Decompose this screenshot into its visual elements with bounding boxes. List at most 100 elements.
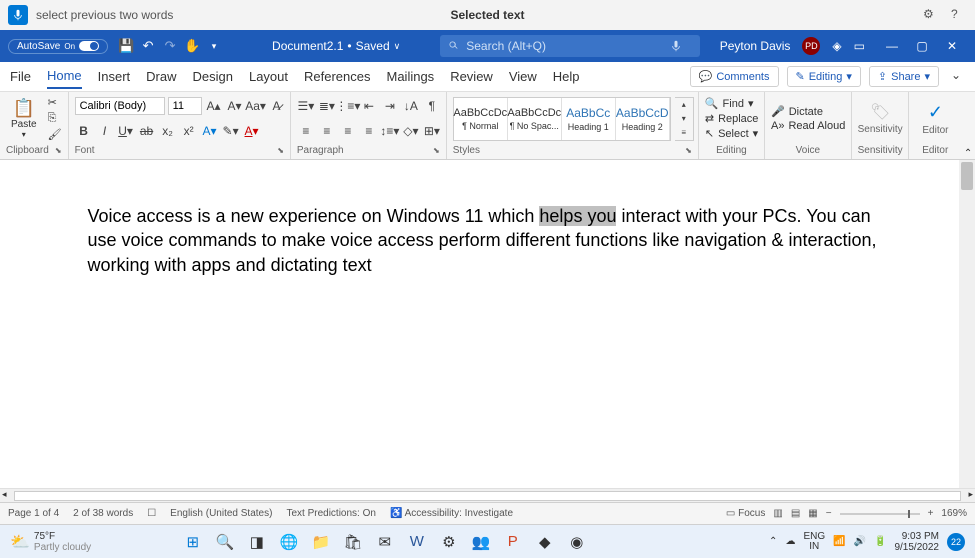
zoom-in-icon[interactable]: + bbox=[928, 508, 934, 519]
share-button[interactable]: ⇪ Share ▾ bbox=[869, 66, 939, 87]
style-heading2[interactable]: AaBbCcDHeading 2 bbox=[616, 98, 670, 140]
tab-file[interactable]: File bbox=[10, 65, 31, 88]
editor-button[interactable]: ✓ Editor bbox=[915, 102, 955, 136]
mic-search-icon[interactable] bbox=[670, 40, 688, 52]
search-taskbar-icon[interactable]: 🔍 bbox=[214, 531, 236, 553]
tray-chevron-icon[interactable]: ⌃ bbox=[769, 536, 777, 547]
editing-mode-button[interactable]: ✎ Editing ▾ bbox=[787, 66, 861, 87]
align-center-icon[interactable]: ≡ bbox=[318, 122, 336, 140]
avatar[interactable]: PD bbox=[802, 37, 820, 55]
justify-icon[interactable]: ≡ bbox=[360, 122, 378, 140]
highlight-icon[interactable]: ✎▾ bbox=[222, 122, 240, 140]
word-icon[interactable]: W bbox=[406, 531, 428, 553]
indent-inc-icon[interactable]: ⇥ bbox=[381, 97, 399, 115]
borders-icon[interactable]: ⊞▾ bbox=[423, 122, 441, 140]
text-predictions[interactable]: Text Predictions: On bbox=[286, 508, 375, 519]
spelling-icon[interactable]: ☐ bbox=[147, 508, 156, 519]
style-heading1[interactable]: AaBbCcHeading 1 bbox=[562, 98, 616, 140]
zoom-out-icon[interactable]: − bbox=[826, 508, 832, 519]
battery-icon[interactable]: 🔋 bbox=[874, 536, 886, 547]
styles-gallery[interactable]: AaBbCcDc¶ Normal AaBbCcDc¶ No Spac... Aa… bbox=[453, 97, 671, 141]
paste-icon[interactable]: 📋 bbox=[13, 98, 35, 119]
dialog-launcher-icon[interactable]: ⬊ bbox=[433, 146, 440, 155]
touch-mode-icon[interactable]: ✋ bbox=[184, 38, 200, 54]
help-icon[interactable]: ? bbox=[951, 7, 967, 23]
italic-button[interactable]: I bbox=[96, 122, 114, 140]
clear-format-icon[interactable]: A̷ bbox=[268, 97, 286, 115]
dialog-launcher-icon[interactable]: ⬊ bbox=[685, 146, 692, 155]
teams-icon[interactable]: 👥 bbox=[470, 531, 492, 553]
page-indicator[interactable]: Page 1 of 4 bbox=[8, 508, 59, 519]
font-color-icon[interactable]: A▾ bbox=[243, 122, 261, 140]
strike-button[interactable]: ab bbox=[138, 122, 156, 140]
tab-layout[interactable]: Layout bbox=[249, 65, 288, 88]
bold-button[interactable]: B bbox=[75, 122, 93, 140]
accessibility-status[interactable]: ♿ Accessibility: Investigate bbox=[390, 508, 513, 519]
font-name-select[interactable] bbox=[75, 97, 165, 115]
shrink-font-icon[interactable]: A▾ bbox=[226, 97, 244, 115]
styles-scroll-up-icon[interactable]: ▴ bbox=[675, 98, 693, 112]
weather-icon[interactable]: ⛅ bbox=[10, 532, 30, 552]
zoom-level[interactable]: 169% bbox=[941, 508, 967, 519]
text-effects-icon[interactable]: A▾ bbox=[201, 122, 219, 140]
tab-home[interactable]: Home bbox=[47, 64, 82, 89]
indent-dec-icon[interactable]: ⇤ bbox=[360, 97, 378, 115]
onedrive-icon[interactable]: ☁ bbox=[785, 536, 795, 547]
gear-icon[interactable]: ⚙ bbox=[923, 7, 939, 23]
explorer-icon[interactable]: 📁 bbox=[310, 531, 332, 553]
tab-review[interactable]: Review bbox=[450, 65, 493, 88]
tab-help[interactable]: Help bbox=[553, 65, 580, 88]
tab-design[interactable]: Design bbox=[193, 65, 233, 88]
focus-mode[interactable]: ▭ Focus bbox=[726, 508, 765, 519]
zoom-slider[interactable] bbox=[840, 513, 920, 515]
select-button[interactable]: ↖Select ▾ bbox=[705, 127, 759, 140]
multilevel-icon[interactable]: ⋮≡▾ bbox=[339, 97, 357, 115]
dialog-launcher-icon[interactable]: ⬊ bbox=[277, 146, 284, 155]
close-button[interactable]: ✕ bbox=[937, 31, 967, 61]
autosave-toggle[interactable]: AutoSave On bbox=[8, 39, 108, 54]
find-button[interactable]: 🔍Find ▾ bbox=[705, 97, 759, 110]
grow-font-icon[interactable]: A▴ bbox=[205, 97, 223, 115]
wifi-icon[interactable]: 📶 bbox=[833, 536, 845, 547]
redo-icon[interactable]: ↷ bbox=[162, 38, 178, 54]
scroll-thumb[interactable] bbox=[961, 162, 973, 190]
settings-icon[interactable]: ⚙ bbox=[438, 531, 460, 553]
format-painter-icon[interactable]: 🖌 bbox=[48, 128, 62, 142]
chevron-down-icon[interactable]: ▾ bbox=[22, 130, 26, 139]
change-case-icon[interactable]: Aa▾ bbox=[247, 97, 265, 115]
qat-more-icon[interactable]: ▾ bbox=[206, 38, 222, 54]
dictate-button[interactable]: 🎤Dictate bbox=[771, 105, 845, 118]
store-icon[interactable]: 🛍 bbox=[342, 531, 364, 553]
language-indicator[interactable]: ENGIN bbox=[803, 532, 825, 552]
tab-draw[interactable]: Draw bbox=[146, 65, 176, 88]
document-name[interactable]: Document2.1 • Saved ∨ bbox=[272, 39, 400, 53]
numbering-icon[interactable]: ≣▾ bbox=[318, 97, 336, 115]
scroll-right-icon[interactable]: ▸ bbox=[968, 489, 973, 500]
comments-button[interactable]: 💬 Comments bbox=[690, 66, 779, 87]
diamond-icon[interactable]: ◈ bbox=[832, 39, 841, 53]
align-left-icon[interactable]: ≡ bbox=[297, 122, 315, 140]
read-mode-icon[interactable]: ▥ bbox=[773, 508, 782, 519]
tab-insert[interactable]: Insert bbox=[98, 65, 131, 88]
bullets-icon[interactable]: ☰▾ bbox=[297, 97, 315, 115]
print-layout-icon[interactable]: ▤ bbox=[791, 508, 800, 519]
align-right-icon[interactable]: ≡ bbox=[339, 122, 357, 140]
collapse-ribbon-icon[interactable]: ⌄ bbox=[947, 66, 965, 84]
dialog-launcher-icon[interactable]: ⬊ bbox=[55, 146, 62, 155]
style-normal[interactable]: AaBbCcDc¶ Normal bbox=[454, 98, 508, 140]
powerpoint-icon[interactable]: P bbox=[502, 531, 524, 553]
maximize-button[interactable]: ▢ bbox=[907, 31, 937, 61]
style-nospacing[interactable]: AaBbCcDc¶ No Spac... bbox=[508, 98, 562, 140]
cut-icon[interactable]: ✂ bbox=[48, 96, 62, 110]
tab-references[interactable]: References bbox=[304, 65, 370, 88]
document-area[interactable]: Voice access is a new experience on Wind… bbox=[0, 160, 975, 488]
clock[interactable]: 9:03 PM 9/15/2022 bbox=[894, 531, 939, 553]
styles-scroll-down-icon[interactable]: ▾ bbox=[675, 112, 693, 126]
shading-icon[interactable]: ◇▾ bbox=[402, 122, 420, 140]
undo-icon[interactable]: ↶ bbox=[140, 38, 156, 54]
sensitivity-button[interactable]: 🏷 Sensitivity bbox=[858, 102, 903, 135]
tab-mailings[interactable]: Mailings bbox=[387, 65, 435, 88]
minimize-button[interactable]: ― bbox=[877, 31, 907, 61]
app2-icon[interactable]: ◉ bbox=[566, 531, 588, 553]
search-input[interactable]: Search (Alt+Q) bbox=[440, 35, 700, 57]
